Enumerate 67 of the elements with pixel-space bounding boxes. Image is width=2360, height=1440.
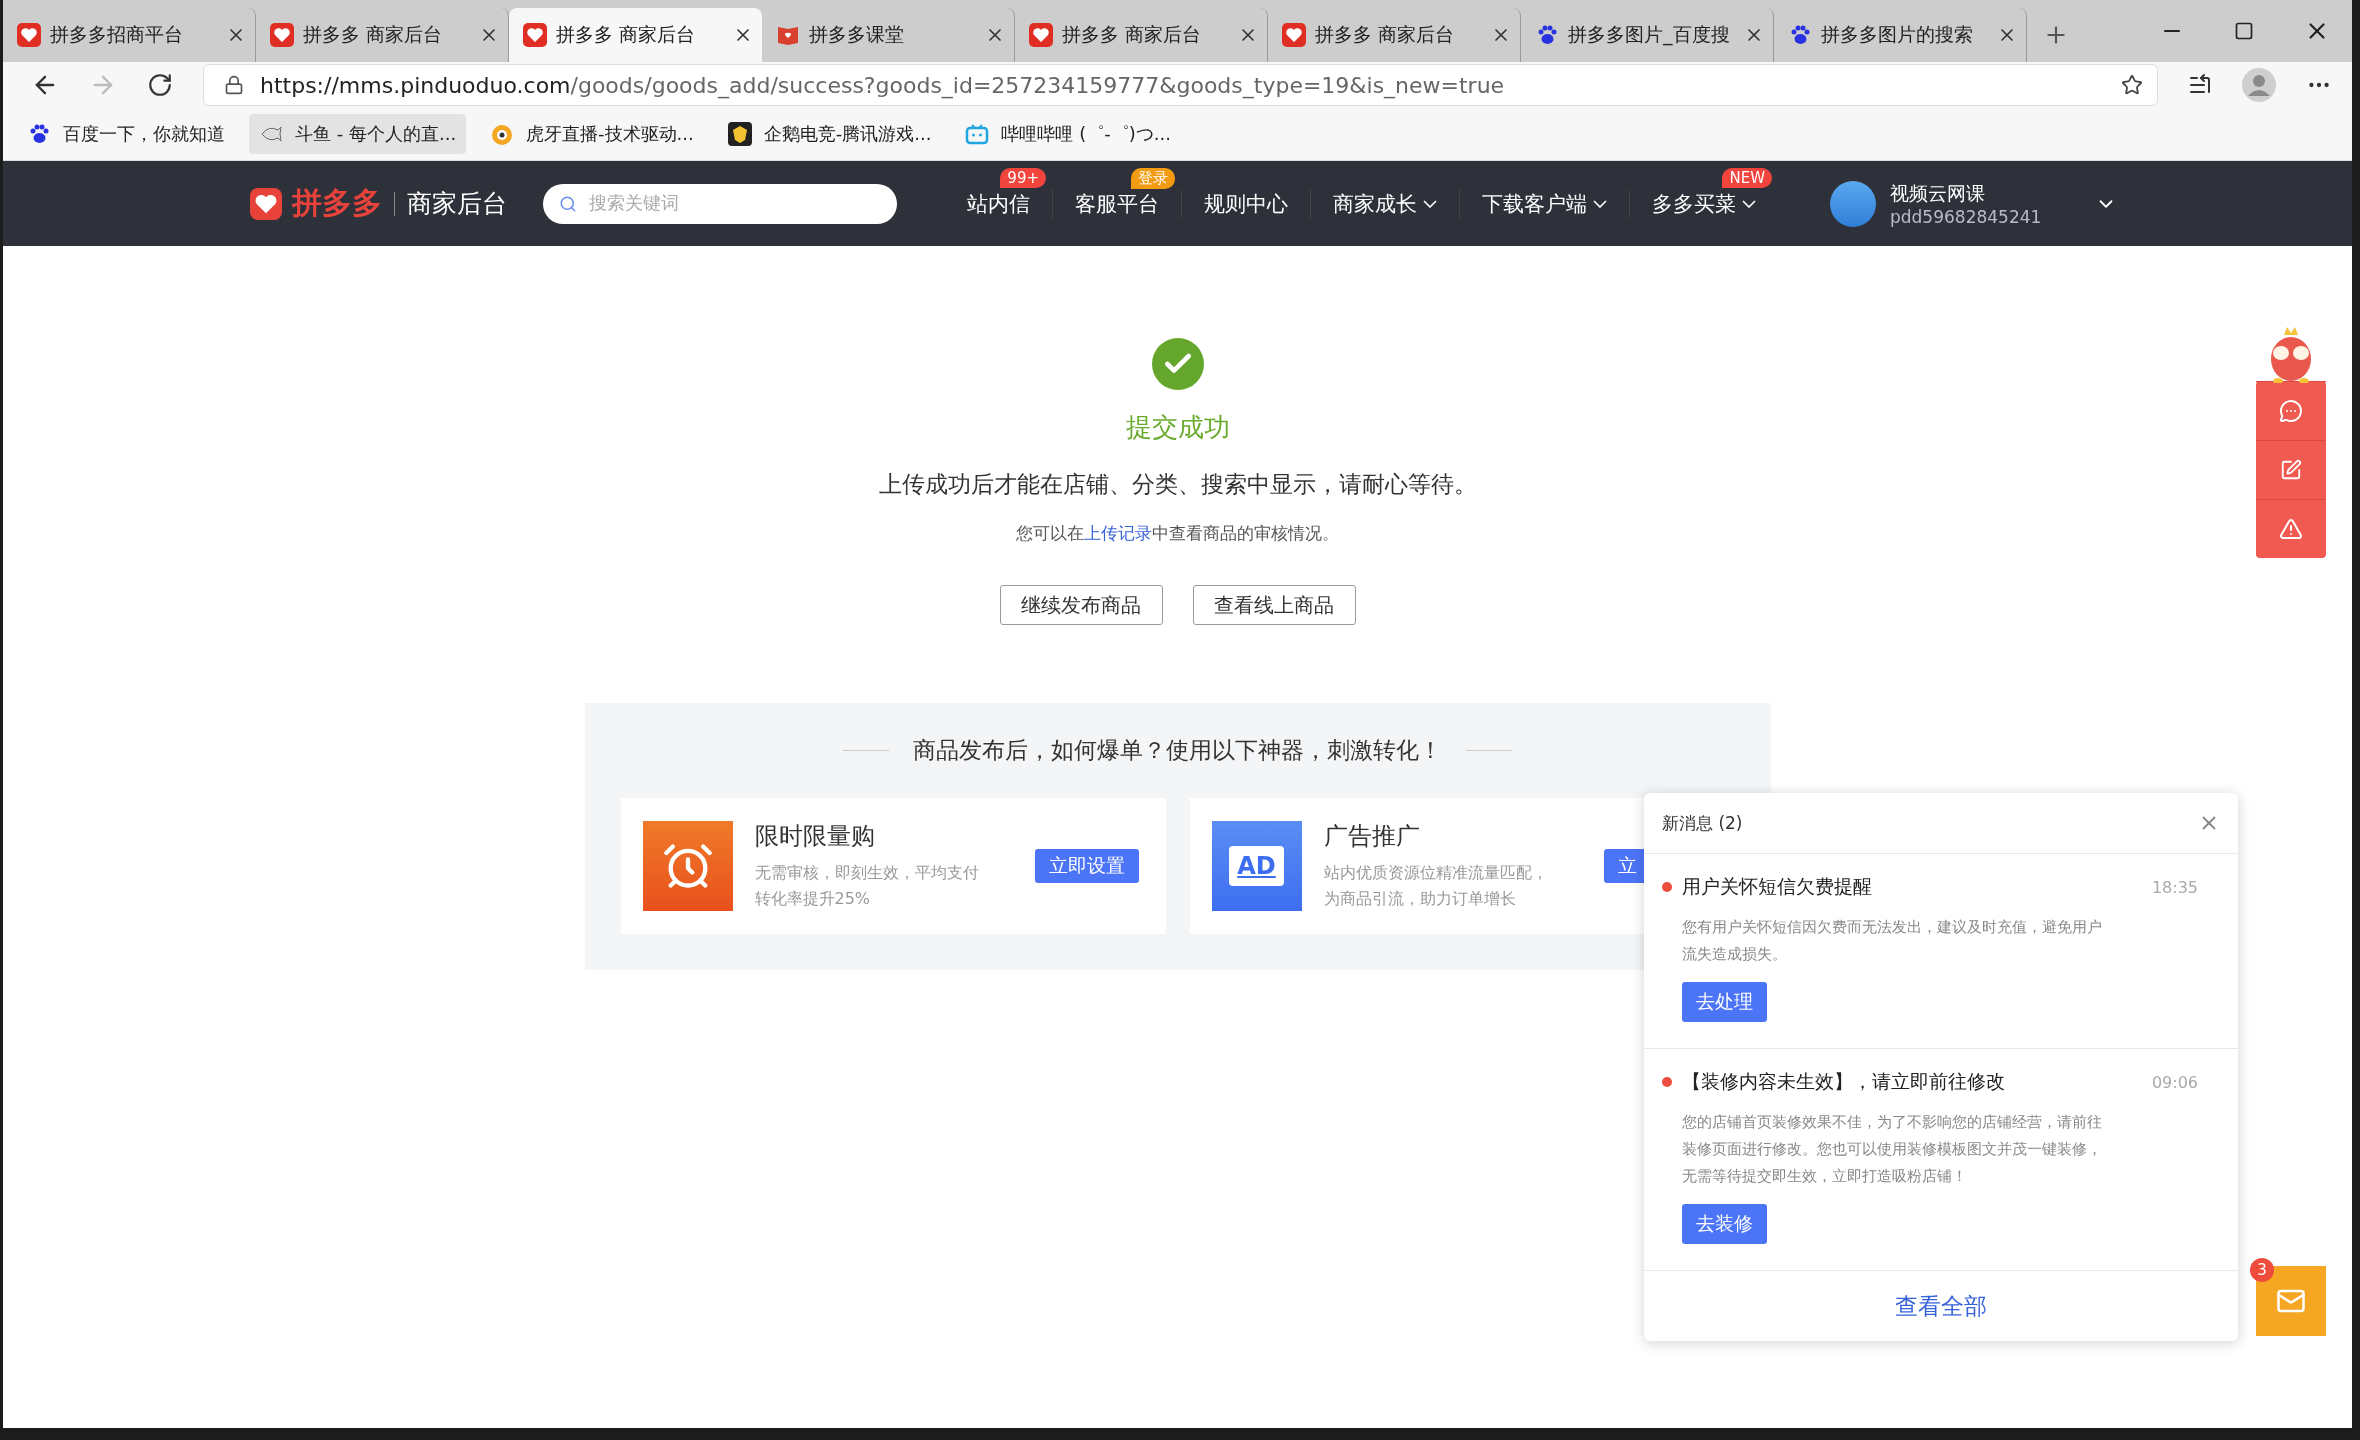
maximize-icon[interactable] xyxy=(2234,21,2254,41)
heart-logo-icon xyxy=(270,23,294,47)
success-message: 上传成功后才能在店铺、分类、搜索中显示，请耐心等待。 xyxy=(878,470,1477,499)
star-icon[interactable] xyxy=(2121,74,2143,96)
product-name: 商家后台 xyxy=(394,191,507,216)
nav-item[interactable]: 多多买菜 xyxy=(1652,189,1756,218)
tool-description: 无需审核，即刻生效，平均支付 转化率提升25% xyxy=(754,862,980,910)
popup-title: 新消息 (2) xyxy=(1662,811,1743,835)
tool-name: 广告推广 xyxy=(1323,821,1421,852)
reload-icon[interactable] xyxy=(147,72,173,98)
view-all-link[interactable]: 查看全部 xyxy=(1895,1290,1987,1322)
bookmark[interactable]: 斗鱼 - 每个人的直... xyxy=(249,114,467,154)
bookmark[interactable]: 企鹅电竞-腾讯游戏... xyxy=(717,114,942,154)
user-id: pdd59682845241 xyxy=(1890,206,2042,227)
heart-logo-icon xyxy=(1282,23,1306,47)
bookmark[interactable]: 哔哩哔哩 (゜-゜)つ... xyxy=(955,114,1181,154)
logo-text: 拼多多 xyxy=(292,184,382,222)
message-time: 09:06 xyxy=(2151,1072,2198,1092)
tiger-icon xyxy=(490,122,515,146)
message-action-button[interactable]: 去处理 xyxy=(1682,982,1767,1022)
message-body: 您的店铺首页装修效果不佳，为了不影响您的店铺经营，请前往 装修页面进行修改。您也可以使用装修模板图文并茂一键装修， 无需等待提交即生效，立即打造吸粉店铺！ xyxy=(1681,1112,2103,1187)
count-badge: 3 xyxy=(2250,1258,2274,1282)
search-box[interactable]: 搜索关键词 xyxy=(543,183,897,224)
nav-item[interactable]: 规则中心 xyxy=(1204,189,1288,218)
action-button[interactable]: 查看线上商品 xyxy=(1192,585,1356,625)
message-title: 用户关怀短信欠费提醒 xyxy=(1682,874,1873,899)
address-field[interactable]: https://mms.pinduoduo.com/goods/goods_add/success?goods_id=257234159777&goods_type=19&is_new=true xyxy=(203,64,2158,106)
chat-icon[interactable] xyxy=(2279,399,2303,423)
message-time: 18:35 xyxy=(2151,877,2198,897)
upload-record-link[interactable]: 上传记录 xyxy=(1084,523,1152,543)
logo-icon xyxy=(250,187,282,220)
bookmark[interactable]: 百度一下，你就知道 xyxy=(17,114,235,154)
heart-logo-icon xyxy=(523,23,547,47)
profile-icon[interactable] xyxy=(2242,68,2276,102)
crest-icon xyxy=(727,122,752,146)
badge: 登录 xyxy=(1131,167,1175,189)
browser-tab[interactable]: 拼多多 商家后台 xyxy=(509,8,762,62)
tv-icon xyxy=(965,122,990,146)
user-name: 视频云网课 xyxy=(1890,180,1986,206)
message-action-button[interactable]: 去装修 xyxy=(1682,1204,1767,1244)
search-icon xyxy=(559,194,577,213)
nav-item[interactable]: 下载客户端 xyxy=(1482,189,1607,218)
review-note: 您可以在上传记录中查看商品的审核情况。 xyxy=(1016,522,1339,545)
badge: NEW xyxy=(1722,167,1772,188)
setup-button[interactable]: 立即设置 xyxy=(1034,849,1139,883)
tool-name: 限时限量购 xyxy=(754,821,876,852)
alarm-clock-icon xyxy=(642,821,733,911)
promo-title: 商品发布后，如何爆单？使用以下神器，刺激转化！ xyxy=(913,736,1442,765)
bookmark[interactable]: 虎牙直播-技术驱动... xyxy=(480,114,704,154)
nav-item[interactable]: 站内信 xyxy=(967,189,1030,218)
heart-logo-icon xyxy=(17,23,41,47)
nav-item[interactable]: 商家成长 xyxy=(1333,189,1437,218)
action-button[interactable]: 继续发布商品 xyxy=(999,585,1163,625)
warning-icon[interactable] xyxy=(2279,517,2303,541)
lock-icon xyxy=(224,75,244,95)
badge: 99+ xyxy=(1000,167,1046,188)
ad-icon: AD xyxy=(1211,821,1302,911)
tool-description: 站内优质资源位精准流量匹配， 为商品引流，助力订单增长 xyxy=(1323,862,1549,910)
heart-logo-icon xyxy=(1029,23,1053,47)
avatar[interactable] xyxy=(1830,180,1876,227)
search-field[interactable]: 搜索关键词 xyxy=(587,192,881,215)
message-title: 【装修内容未生效】，请立即前往修改 xyxy=(1682,1069,2006,1094)
success-title: 提交成功 xyxy=(1125,411,1230,444)
nav-item[interactable]: 客服平台 xyxy=(1075,189,1159,218)
edit-icon[interactable] xyxy=(2280,459,2302,481)
message-body: 您有用户关怀短信因欠费而无法发出，建议及时充值，避免用户 流失造成损失。 xyxy=(1681,917,2103,965)
success-icon xyxy=(1151,338,1204,390)
